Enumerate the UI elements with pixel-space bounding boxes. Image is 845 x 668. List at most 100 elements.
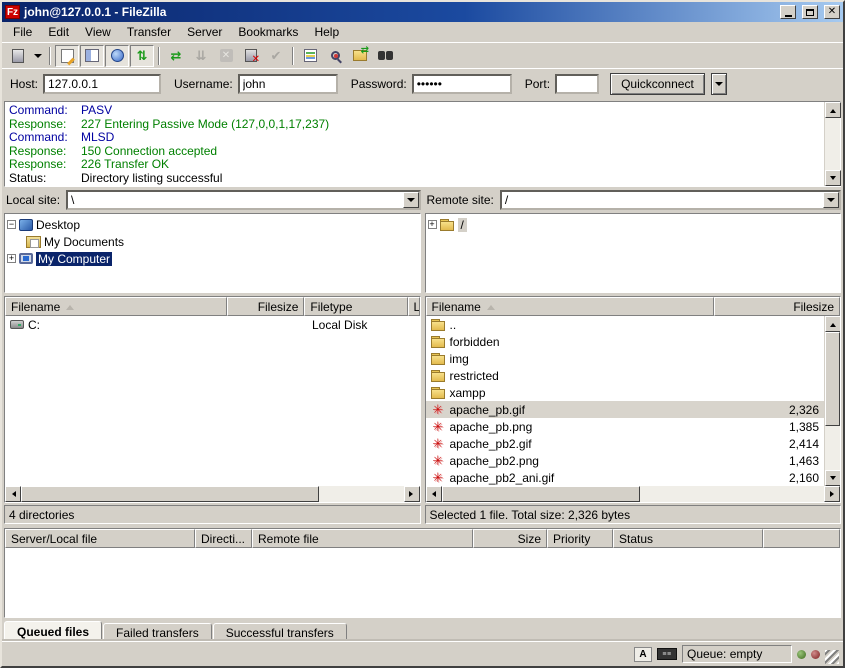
scroll-down-icon[interactable] bbox=[825, 470, 840, 486]
menu-server[interactable]: Server bbox=[180, 23, 229, 41]
scroll-right-icon[interactable] bbox=[404, 486, 420, 502]
scroll-right-icon[interactable] bbox=[824, 486, 840, 502]
reconnect-button[interactable]: ✔ bbox=[264, 45, 288, 67]
site-manager-button[interactable] bbox=[6, 45, 30, 67]
remote-file-row[interactable]: .. bbox=[426, 316, 825, 333]
port-label: Port: bbox=[525, 77, 550, 91]
scroll-up-icon[interactable] bbox=[825, 102, 841, 118]
process-queue-button[interactable]: ⇊ bbox=[189, 45, 213, 67]
column-header-filename[interactable]: Filename bbox=[5, 297, 227, 316]
password-input[interactable] bbox=[412, 74, 512, 94]
scroll-left-icon[interactable] bbox=[5, 486, 21, 502]
toggle-remote-tree-button[interactable] bbox=[105, 45, 129, 67]
remote-vertical-scrollbar[interactable] bbox=[824, 316, 840, 486]
quickconnect-button[interactable]: Quickconnect bbox=[610, 73, 705, 95]
port-input[interactable] bbox=[555, 74, 599, 94]
column-header-filesize[interactable]: Filesize bbox=[227, 297, 304, 316]
column-header-direction[interactable]: Directi... bbox=[195, 529, 252, 548]
remote-file-row[interactable]: img bbox=[426, 350, 825, 367]
maximize-button[interactable] bbox=[802, 5, 818, 19]
local-site-combo[interactable]: \ bbox=[66, 190, 420, 210]
column-header-server-local-file[interactable]: Server/Local file bbox=[5, 529, 195, 548]
scroll-left-icon[interactable] bbox=[426, 486, 442, 502]
status-bar: A ≡≡ Queue: empty bbox=[2, 641, 843, 666]
local-file-row[interactable]: C: Local Disk bbox=[5, 316, 420, 333]
host-input[interactable] bbox=[43, 74, 161, 94]
site-manager-dropdown[interactable] bbox=[31, 45, 45, 67]
remote-pane: Remote site: / + / Filename Filesize bbox=[425, 189, 842, 524]
tree-item-root[interactable]: + / bbox=[428, 216, 839, 233]
chevron-down-icon[interactable] bbox=[403, 192, 419, 208]
minimize-button[interactable] bbox=[780, 5, 796, 19]
scroll-down-icon[interactable] bbox=[825, 170, 841, 186]
scrollbar-thumb[interactable] bbox=[21, 486, 319, 502]
menu-help[interactable]: Help bbox=[307, 23, 346, 41]
tree-item-my-computer[interactable]: + My Computer bbox=[7, 250, 418, 267]
column-header-filetype[interactable]: Filetype bbox=[304, 297, 407, 316]
process-queue-icon: ⇊ bbox=[196, 48, 207, 64]
scroll-up-icon[interactable] bbox=[825, 316, 840, 332]
remote-file-row[interactable]: ✳apache_pb2.png1,463 bbox=[426, 452, 825, 469]
title-bar[interactable]: Fz john@127.0.0.1 - FileZilla ✕ bbox=[2, 2, 843, 22]
toggle-message-log-button[interactable] bbox=[55, 45, 79, 67]
refresh-button[interactable]: ⇄ bbox=[164, 45, 188, 67]
tab-failed-transfers[interactable]: Failed transfers bbox=[103, 623, 212, 641]
chevron-down-icon[interactable] bbox=[823, 192, 839, 208]
column-header-filename[interactable]: Filename bbox=[426, 297, 714, 316]
remote-file-row[interactable]: restricted bbox=[426, 367, 825, 384]
log-line: Command:MLSD bbox=[9, 130, 820, 144]
tree-item-my-documents[interactable]: My Documents bbox=[7, 233, 418, 250]
column-header-filesize[interactable]: Filesize bbox=[714, 297, 841, 316]
tab-queued-files[interactable]: Queued files bbox=[4, 621, 102, 641]
toggle-queue-button[interactable]: ⇅ bbox=[130, 45, 154, 67]
log-vertical-scrollbar[interactable] bbox=[824, 102, 840, 186]
local-file-list: Filename Filesize Filetype L C: Local Di… bbox=[4, 296, 421, 503]
menu-file[interactable]: File bbox=[6, 23, 39, 41]
tx-activity-led bbox=[811, 650, 820, 659]
column-header-lastmodified[interactable]: L bbox=[408, 297, 420, 316]
toggle-local-tree-button[interactable] bbox=[80, 45, 104, 67]
resize-grip[interactable] bbox=[825, 650, 839, 664]
menu-transfer[interactable]: Transfer bbox=[120, 23, 178, 41]
tab-successful-transfers[interactable]: Successful transfers bbox=[213, 623, 347, 641]
remote-horizontal-scrollbar[interactable] bbox=[426, 486, 841, 502]
cancel-button[interactable]: ✕ bbox=[214, 45, 238, 67]
scrollbar-thumb[interactable] bbox=[442, 486, 641, 502]
synchronized-browsing-button[interactable] bbox=[348, 45, 372, 67]
synchronized-browsing-icon bbox=[353, 50, 367, 61]
search-button[interactable] bbox=[373, 45, 397, 67]
tree-item-label: My Documents bbox=[44, 235, 124, 249]
menu-bookmarks[interactable]: Bookmarks bbox=[231, 23, 305, 41]
remote-file-row-selected[interactable]: ✳apache_pb.gif2,326 bbox=[426, 401, 825, 418]
expand-icon[interactable]: + bbox=[7, 254, 16, 263]
close-button[interactable]: ✕ bbox=[824, 5, 840, 19]
remote-site-combo[interactable]: / bbox=[500, 190, 841, 210]
local-list-header: Filename Filesize Filetype L bbox=[5, 297, 420, 316]
cancel-icon: ✕ bbox=[220, 49, 233, 62]
remote-file-row[interactable]: xampp bbox=[426, 384, 825, 401]
filter-button[interactable] bbox=[323, 45, 347, 67]
remote-file-row[interactable]: ✳apache_pb2_ani.gif2,160 bbox=[426, 469, 825, 486]
expand-icon[interactable]: + bbox=[428, 220, 437, 229]
disconnect-button[interactable] bbox=[239, 45, 263, 67]
site-manager-icon bbox=[12, 49, 24, 63]
quickconnect-bar: Host: Username: Password: Port: Quickcon… bbox=[2, 68, 843, 98]
remote-file-row[interactable]: forbidden bbox=[426, 333, 825, 350]
menu-view[interactable]: View bbox=[78, 23, 118, 41]
remote-file-row[interactable]: ✳apache_pb.png1,385 bbox=[426, 418, 825, 435]
column-header-remote-file[interactable]: Remote file bbox=[252, 529, 473, 548]
queue-body bbox=[5, 548, 840, 617]
tree-item-desktop[interactable]: − Desktop bbox=[7, 216, 418, 233]
local-list-body: C: Local Disk bbox=[5, 316, 420, 486]
directory-comparison-button[interactable] bbox=[298, 45, 322, 67]
column-header-priority[interactable]: Priority bbox=[547, 529, 613, 548]
column-header-status[interactable]: Status bbox=[613, 529, 763, 548]
quickconnect-dropdown[interactable] bbox=[711, 73, 727, 95]
menu-edit[interactable]: Edit bbox=[41, 23, 76, 41]
remote-file-row[interactable]: ✳apache_pb2.gif2,414 bbox=[426, 435, 825, 452]
username-input[interactable] bbox=[238, 74, 338, 94]
local-horizontal-scrollbar[interactable] bbox=[5, 486, 420, 502]
scrollbar-thumb[interactable] bbox=[825, 332, 840, 426]
collapse-icon[interactable]: − bbox=[7, 220, 16, 229]
column-header-size[interactable]: Size bbox=[473, 529, 547, 548]
